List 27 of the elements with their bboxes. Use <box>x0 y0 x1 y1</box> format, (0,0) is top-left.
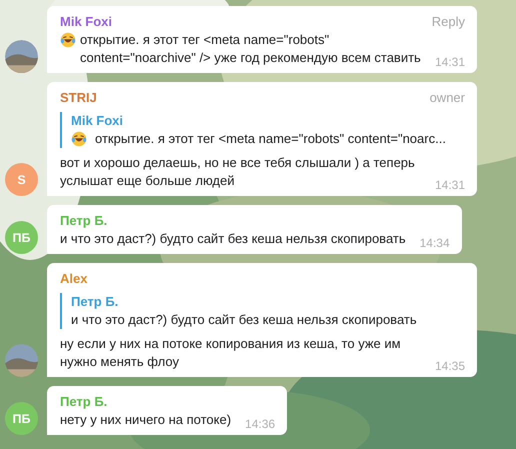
laughing-emoji-icon <box>60 32 76 48</box>
sender-name[interactable]: Петр Б. <box>60 212 108 230</box>
avatar[interactable] <box>5 344 38 377</box>
reply-quote[interactable]: Петр Б. и что это даст?) будто сайт без кеша нельзя скопировать <box>60 293 465 329</box>
sender-name[interactable]: Alex <box>60 270 88 288</box>
avatar[interactable] <box>5 40 38 73</box>
message-text: ну если у них на потоке копирования из кеша, то уже им нужно менять флоу <box>60 335 402 371</box>
message-text: вот и хорошо делаешь, но не все тебя слышали ) а теперь услышат еще больше людей <box>60 154 416 190</box>
quote-text: открытие. я этот тег <meta name="robots" content="noarc... <box>95 130 446 148</box>
message-text: нету у них ничего на потоке) <box>60 411 232 429</box>
quote-sender: Mik Foxi <box>71 112 124 130</box>
message-time: 14:31 <box>434 54 465 71</box>
sender-name[interactable]: STRIJ <box>60 89 97 107</box>
message-time: 14:34 <box>420 235 450 252</box>
message-time: 14:36 <box>245 416 276 433</box>
laughing-emoji-icon <box>71 131 87 147</box>
role-label: Reply <box>432 13 465 31</box>
message-text: открытие. я этот тег <meta name="robots" content="noarchive" /> уже год рекомендую всем ставить <box>80 31 421 67</box>
quote-text: и что это даст?) будто сайт без кеша нельзя скопировать <box>71 311 417 329</box>
message-text: и что это даст?) будто сайт без кеша нельзя скопировать <box>60 230 406 248</box>
reply-quote[interactable]: Mik Foxi открытие. я этот тег <meta name="robots" content="noarc... <box>60 112 465 148</box>
message-time: 14:31 <box>434 177 465 194</box>
sender-name[interactable]: Mik Foxi <box>60 13 112 31</box>
sender-name[interactable]: Петр Б. <box>60 393 108 411</box>
role-label: owner <box>430 89 465 107</box>
message-time: 14:35 <box>434 358 465 375</box>
quote-sender: Петр Б. <box>71 293 118 311</box>
